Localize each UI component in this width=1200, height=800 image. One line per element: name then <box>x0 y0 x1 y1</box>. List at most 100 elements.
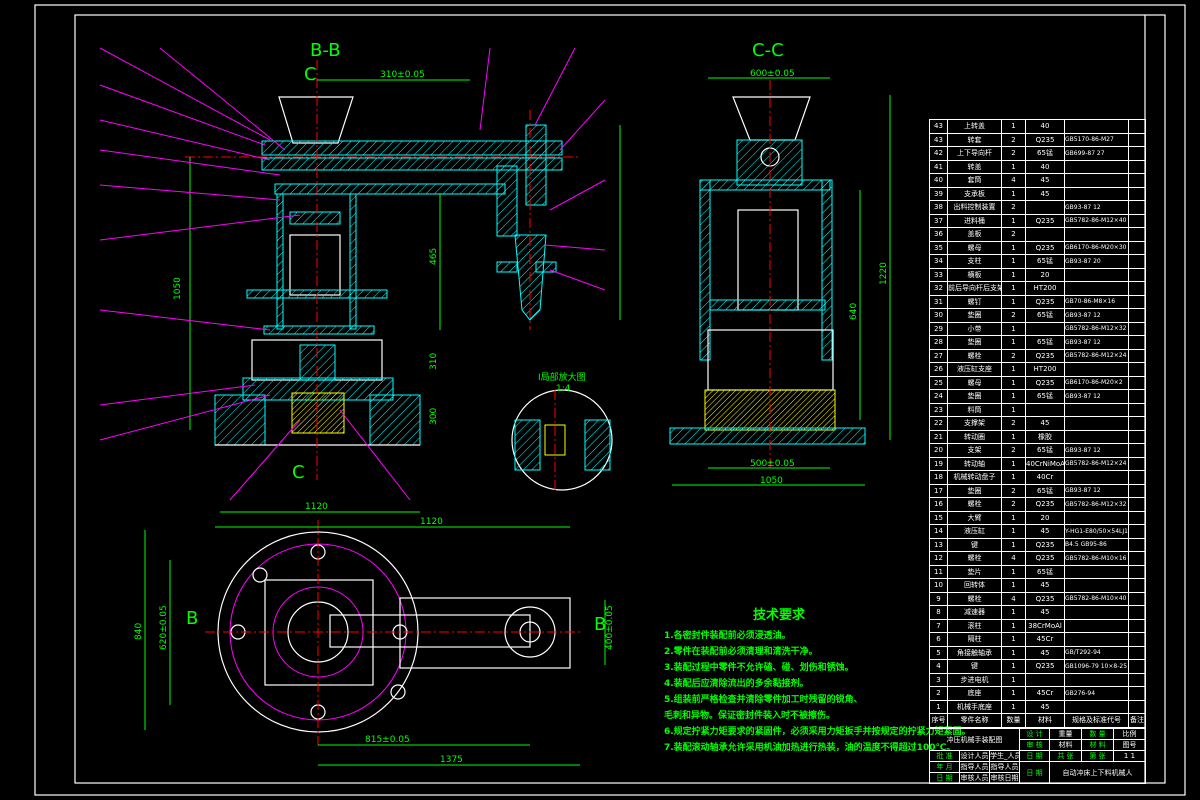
bom-row: 39 支承板 1 45 <box>929 186 1146 201</box>
section-cc-view <box>669 77 891 486</box>
part-qty: 1 <box>1001 159 1026 174</box>
part-no: 28 <box>929 335 948 350</box>
part-no: 43 <box>929 132 948 147</box>
bom-row: 43 上转盖 1 40 <box>929 119 1146 134</box>
part-remark <box>1128 591 1146 606</box>
part-standard: GB93-87 12 <box>1064 200 1129 215</box>
part-no: 13 <box>929 537 948 552</box>
part-standard <box>1064 186 1129 201</box>
bom-row: 38 出料控制装置 2 GB93-87 12 <box>929 200 1146 215</box>
part-qty: 1 <box>1001 335 1026 350</box>
sheet: 1 1 <box>1113 750 1146 762</box>
part-material: 45 <box>1025 699 1065 714</box>
part-name: 盖板 <box>947 227 1002 242</box>
part-remark <box>1128 551 1146 566</box>
part-material: Q235 <box>1025 294 1065 309</box>
part-material: 45 <box>1025 605 1065 620</box>
part-name: 支架 <box>947 443 1002 458</box>
green-b: 材 料 <box>1081 739 1114 751</box>
section-cc-label: C-C <box>752 40 784 61</box>
bom-row: 24 垫圈 1 65锰 GB93-87 12 <box>929 389 1146 404</box>
part-remark <box>1128 173 1146 188</box>
part-name: 螺母 <box>947 240 1002 255</box>
part-name: 前后导向杆后支架 <box>947 281 1002 296</box>
part-qty: 1 <box>1001 645 1026 660</box>
approver-value: 审核日期 <box>989 772 1020 784</box>
part-name: 机械转动盘子 <box>947 470 1002 485</box>
part-material: 65锰 <box>1025 564 1065 579</box>
part-material: 65锰 <box>1025 335 1065 350</box>
part-name: 支撑架 <box>947 416 1002 431</box>
part-standard: B4.5 GB95-86 <box>1064 537 1129 552</box>
part-standard <box>1064 227 1129 242</box>
part-no: 22 <box>929 416 948 431</box>
bom-row: 40 套筒 4 45 <box>929 173 1146 188</box>
part-remark <box>1128 362 1146 377</box>
part-no: 26 <box>929 362 948 377</box>
role-6b: 日 期 <box>929 772 960 784</box>
bom-row: 12 螺栓 4 Q235 GB5782-86-M10×16 <box>929 551 1146 566</box>
part-remark <box>1128 537 1146 552</box>
part-qty: 2 <box>1001 308 1026 323</box>
bom-row: 41 转盖 1 40 <box>929 159 1146 174</box>
part-material: 65锰 <box>1025 483 1065 498</box>
section-bb-label: B-B <box>310 40 341 61</box>
part-no: 36 <box>929 227 948 242</box>
role-4: 日 期 <box>1019 750 1050 762</box>
drawing-title: 自动冲床上下料机械人 <box>1049 761 1146 784</box>
part-remark <box>1128 389 1146 404</box>
designer-value: 学生_人员签字 <box>989 750 1020 762</box>
part-no: 17 <box>929 483 948 498</box>
part-no: 41 <box>929 159 948 174</box>
part-remark <box>1128 578 1146 593</box>
part-remark <box>1128 429 1146 444</box>
dim-cc-height: 1220 <box>879 262 889 285</box>
part-qty: 1 <box>1001 429 1026 444</box>
part-name: 转动轴 <box>947 456 1002 471</box>
dim-plan-right: 400±0.05 <box>605 605 615 650</box>
part-material: Q235 <box>1025 551 1065 566</box>
part-standard <box>1064 173 1129 188</box>
part-remark <box>1128 308 1146 323</box>
part-name: 上下导向杆 <box>947 146 1002 161</box>
part-material: 38CrMoAl <box>1025 618 1065 633</box>
part-qty: 1 <box>1001 281 1026 296</box>
part-standard <box>1064 510 1129 525</box>
part-material: Q235 <box>1025 213 1065 228</box>
part-standard <box>1064 362 1129 377</box>
part-standard: GB5782-86-M10×40 <box>1064 591 1129 606</box>
part-remark <box>1128 159 1146 174</box>
part-standard <box>1064 578 1129 593</box>
part-no: 14 <box>929 524 948 539</box>
part-name: 上转盖 <box>947 119 1002 134</box>
part-remark <box>1128 524 1146 539</box>
part-material: 45Cr <box>1025 686 1065 701</box>
part-name: 转套 <box>947 132 1002 147</box>
green-c: 共 张 <box>1049 750 1082 762</box>
part-remark <box>1128 281 1146 296</box>
bom-row: 25 螺母 1 Q235 GB6170-86-M20×2 <box>929 375 1146 390</box>
part-remark <box>1128 659 1146 674</box>
part-remark <box>1128 132 1146 147</box>
part-name: 机械手底座 <box>947 699 1002 714</box>
bom-row: 27 螺栓 2 Q235 GB5782-86-M12×24 <box>929 348 1146 363</box>
part-qty: 1 <box>1001 510 1026 525</box>
dim-bb-bottom-width: 1120 <box>305 502 328 512</box>
part-qty: 1 <box>1001 186 1026 201</box>
part-material: Q235 <box>1025 537 1065 552</box>
part-no: 18 <box>929 470 948 485</box>
part-standard <box>1064 267 1129 282</box>
part-material <box>1025 227 1065 242</box>
cut-b-left-label: B <box>186 608 198 629</box>
bom-row: 37 进料桶 1 Q235 GB5782-86-M12×40 <box>929 213 1146 228</box>
role-2: 审 核 <box>1019 739 1050 751</box>
part-material: Q235 <box>1025 375 1065 390</box>
part-no: 29 <box>929 321 948 336</box>
part-standard: GB93-87 12 <box>1064 483 1129 498</box>
part-qty: 1 <box>1001 618 1026 633</box>
part-qty: 1 <box>1001 456 1026 471</box>
part-remark <box>1128 618 1146 633</box>
detail-scale: 1:4 <box>556 384 571 394</box>
part-material: 65锰 <box>1025 308 1065 323</box>
design-name: 冲压机械手装配图 <box>929 728 1020 751</box>
